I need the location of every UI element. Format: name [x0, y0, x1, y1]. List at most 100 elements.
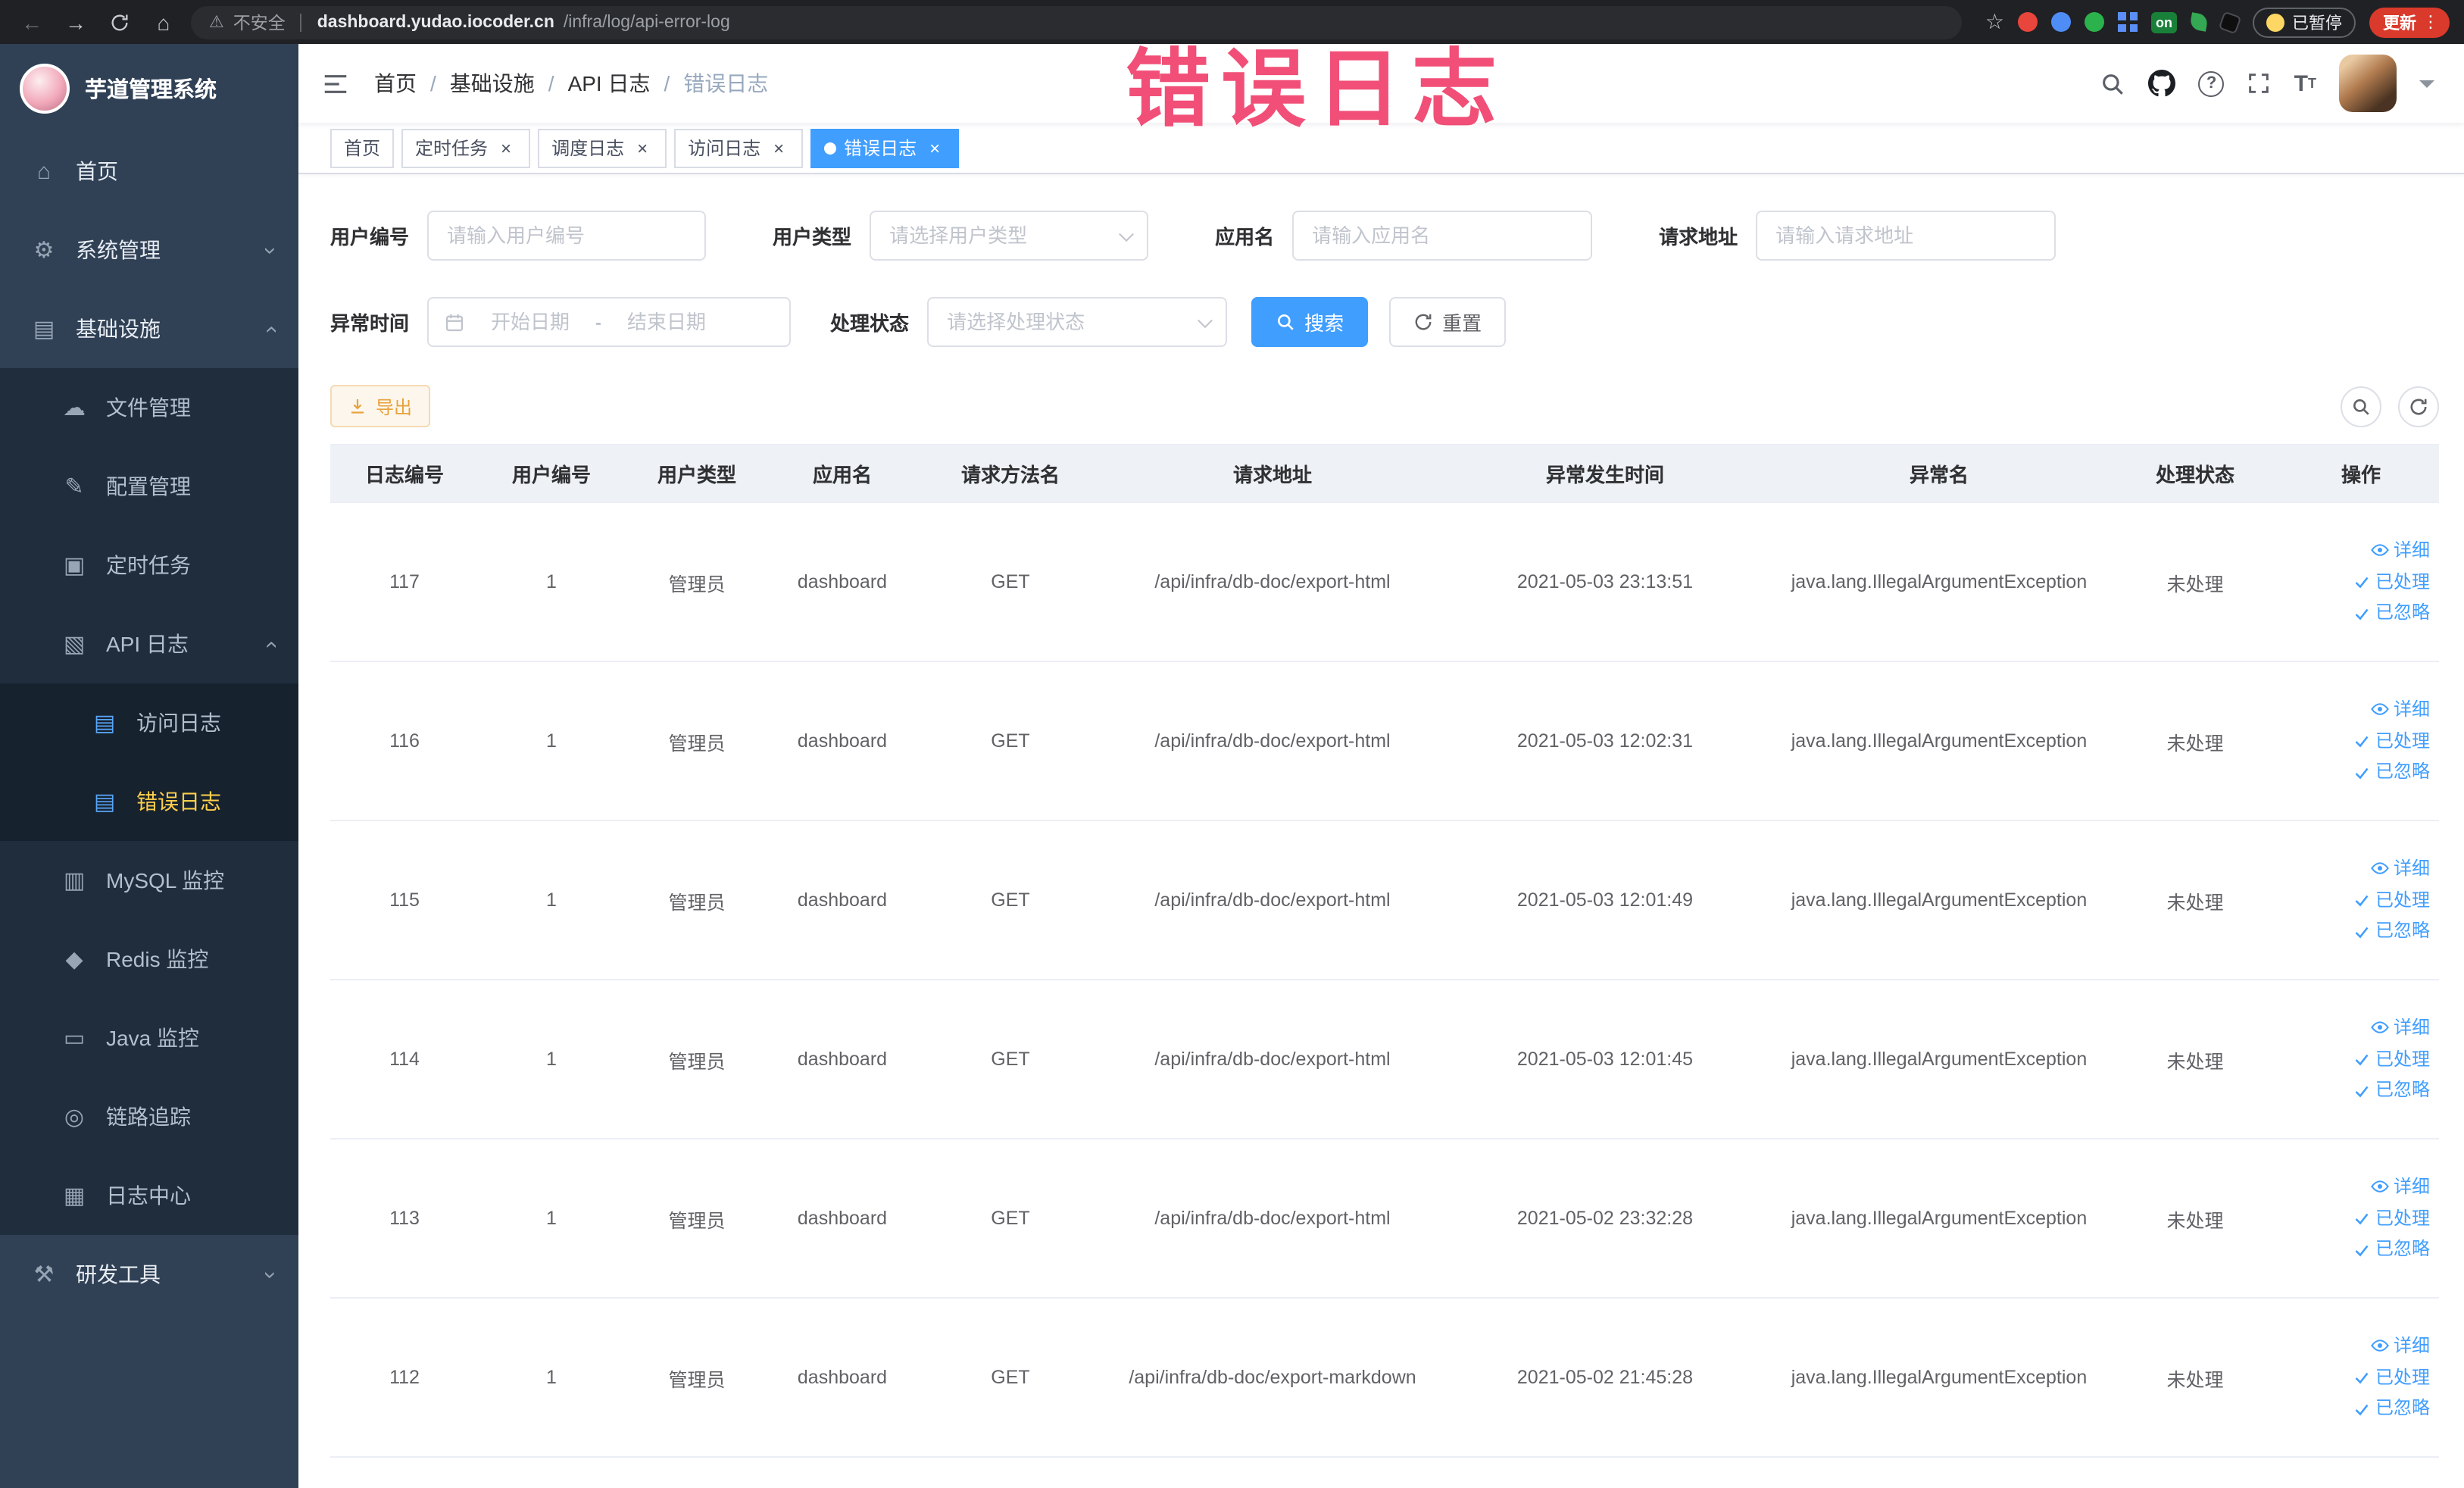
processed-link[interactable]: 已处理 [2353, 728, 2430, 754]
cell-user-id: 1 [546, 1049, 557, 1070]
forward-icon[interactable]: → [59, 5, 92, 39]
processed-link[interactable]: 已处理 [2353, 1205, 2430, 1231]
tab-close-icon[interactable]: × [924, 137, 945, 158]
sidebar-item-job[interactable]: ▣ 定时任务 [0, 526, 298, 605]
extension-red-icon[interactable] [2018, 12, 2038, 32]
extension-grid-icon[interactable] [2118, 12, 2138, 32]
tab-access-log[interactable]: 访问日志 × [674, 128, 804, 167]
cell-app-name: dashboard [797, 889, 888, 911]
chevron-down-icon[interactable] [2419, 80, 2434, 95]
extension-leaf-icon[interactable] [2189, 12, 2209, 32]
request-url-input[interactable] [1756, 211, 2056, 261]
sidebar-item-system[interactable]: ⚙ 系统管理 › [0, 211, 298, 289]
cell-time: 2021-05-03 12:02:31 [1516, 730, 1694, 752]
breadcrumb-separator: / [664, 71, 670, 95]
processed-link[interactable]: 已处理 [2353, 1046, 2430, 1072]
breadcrumb-item[interactable]: 首页 [374, 68, 417, 98]
end-date-input[interactable] [607, 311, 726, 333]
user-type-select[interactable] [870, 211, 1149, 261]
tab-close-icon[interactable]: × [632, 137, 653, 158]
sidebar-item-redis[interactable]: ◆ Redis 监控 [0, 920, 298, 999]
user-type-select-input[interactable] [870, 211, 1149, 261]
sidebar-item-access-log[interactable]: ▤ 访问日志 [0, 683, 298, 762]
action-label: 已处理 [2375, 571, 2430, 592]
extension-pin-icon[interactable] [2218, 10, 2242, 34]
app-name-input[interactable] [1292, 211, 1593, 261]
reset-button[interactable]: 重置 [1389, 297, 1507, 347]
sidebar-item-config[interactable]: ✎ 配置管理 [0, 447, 298, 526]
home-icon[interactable]: ⌂ [147, 5, 180, 39]
breadcrumb-item[interactable]: 基础设施 [450, 68, 535, 98]
extension-on-badge[interactable]: on [2151, 11, 2177, 33]
edit-icon: ✎ [64, 474, 84, 500]
sidebar-item-label: 访问日志 [136, 711, 221, 735]
ignored-link[interactable]: 已忽略 [2353, 1078, 2430, 1104]
processed-link[interactable]: 已处理 [2353, 569, 2430, 595]
tab-home[interactable]: 首页 [330, 128, 395, 167]
redis-icon: ◆ [65, 947, 83, 973]
extension-blue-icon[interactable] [2051, 12, 2071, 32]
sidebar-item-trace[interactable]: ◎ 链路追踪 [0, 1077, 298, 1156]
sidebar-item-error-log[interactable]: ▤ 错误日志 [0, 762, 298, 841]
detail-link[interactable]: 详细 [2371, 1333, 2430, 1359]
font-size-icon[interactable]: TT [2294, 70, 2316, 96]
breadcrumb-item[interactable]: API 日志 [568, 68, 651, 98]
processed-link[interactable]: 已处理 [2353, 1365, 2430, 1390]
ignored-link[interactable]: 已忽略 [2353, 1396, 2430, 1422]
cell-url: /api/infra/db-doc/export-html [1154, 730, 1391, 752]
sidebar-item-home[interactable]: ⌂ 首页 [0, 132, 298, 211]
ignored-link[interactable]: 已忽略 [2353, 601, 2430, 627]
refresh-button[interactable] [2398, 386, 2439, 427]
avatar[interactable] [2339, 55, 2397, 112]
export-button[interactable]: 导出 [330, 385, 431, 427]
detail-link[interactable]: 详细 [2371, 697, 2430, 723]
back-icon[interactable]: ← [15, 5, 48, 39]
tab-job[interactable]: 定时任务 × [401, 128, 531, 167]
calendar-icon [444, 311, 465, 333]
exception-time-range-picker[interactable]: - [427, 297, 792, 347]
github-icon[interactable] [2148, 70, 2176, 97]
tab-close-icon[interactable]: × [768, 137, 789, 158]
hamburger-icon[interactable] [321, 69, 350, 98]
detail-link[interactable]: 详细 [2371, 1015, 2430, 1041]
process-status-select-input[interactable] [927, 297, 1228, 347]
tab-close-icon[interactable]: × [495, 137, 517, 158]
search-button[interactable]: 搜索 [1251, 297, 1369, 347]
start-date-input[interactable] [471, 311, 590, 333]
sidebar-item-mysql[interactable]: ▥ MySQL 监控 [0, 841, 298, 920]
detail-link[interactable]: 详细 [2371, 538, 2430, 564]
cell-method: GET [991, 1208, 1030, 1229]
fullscreen-icon[interactable] [2247, 71, 2272, 95]
sidebar-item-dev-tools[interactable]: ⚒ 研发工具 › [0, 1235, 298, 1314]
logo[interactable]: 芋道管理系统 [0, 44, 298, 132]
ignored-link[interactable]: 已忽略 [2353, 1237, 2430, 1263]
reload-icon[interactable] [103, 5, 136, 39]
ignored-link[interactable]: 已忽略 [2353, 760, 2430, 786]
paused-button[interactable]: 已暂停 [2253, 7, 2356, 37]
search-icon[interactable] [2100, 70, 2126, 96]
sidebar-item-api-log[interactable]: ▧ API 日志 › [0, 605, 298, 683]
sidebar-item-infra[interactable]: ▤ 基础设施 › [0, 289, 298, 368]
bookmark-star-icon[interactable]: ☆ [1985, 9, 2004, 35]
sidebar-item-log-center[interactable]: ▦ 日志中心 [0, 1156, 298, 1235]
detail-link[interactable]: 详细 [2371, 856, 2430, 882]
ignored-link[interactable]: 已忽略 [2353, 919, 2430, 945]
cell-status: 未处理 [2166, 733, 2224, 754]
toggle-search-button[interactable] [2341, 386, 2381, 427]
tab-schedule-log[interactable]: 调度日志 × [538, 128, 667, 167]
cell-status: 未处理 [2166, 892, 2224, 913]
table-row: 113 1 管理员 dashboard GET/api/infra/db-doc/exp… [330, 1139, 2439, 1299]
tab-error-log[interactable]: 错误日志 × [810, 128, 960, 167]
user-id-input[interactable] [427, 211, 707, 261]
update-button[interactable]: 更新 ⋮ [2369, 7, 2450, 37]
sidebar-item-file[interactable]: ☁ 文件管理 [0, 368, 298, 447]
sidebar-item-java[interactable]: ▭ Java 监控 [0, 999, 298, 1077]
process-status-select[interactable] [927, 297, 1228, 347]
detail-link[interactable]: 详细 [2371, 1174, 2430, 1200]
action-label: 已处理 [2375, 1048, 2430, 1070]
address-bar[interactable]: ⚠ 不安全 dashboard.yudao.iocoder.cn/infra/l… [191, 5, 1963, 39]
help-icon[interactable]: ? [2198, 70, 2225, 96]
cell-actions: 详细已处理已忽略 [2283, 662, 2439, 820]
extension-green-icon[interactable] [2085, 12, 2104, 32]
processed-link[interactable]: 已处理 [2353, 887, 2430, 913]
